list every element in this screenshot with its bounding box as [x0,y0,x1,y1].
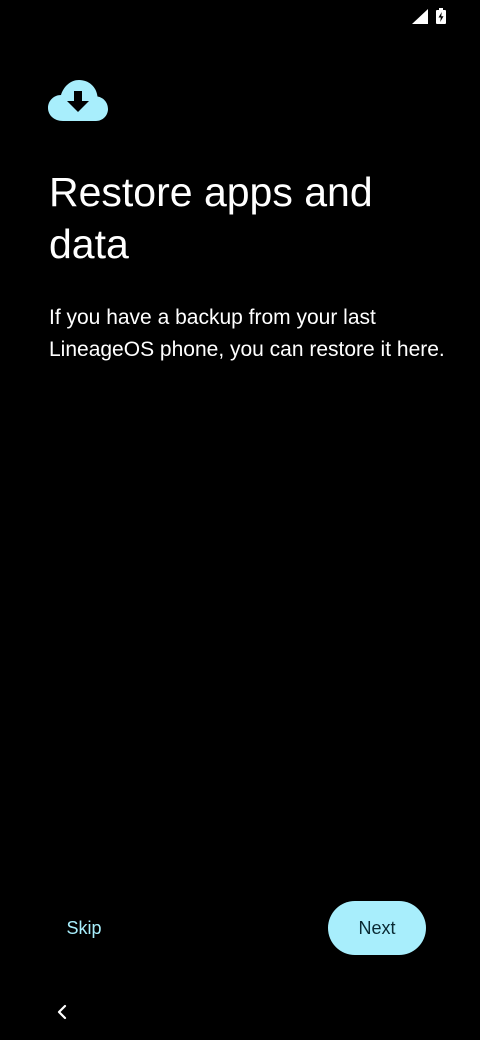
back-chevron-icon [57,1004,67,1020]
status-bar [0,0,480,34]
signal-icon [412,9,428,24]
restore-apps-screen: Restore apps and data If you have a back… [0,0,480,1040]
skip-button[interactable]: Skip [52,906,116,950]
page-description: If you have a backup from your last Line… [49,306,445,361]
next-button[interactable]: Next [328,901,426,955]
cloud-download-icon [48,80,108,121]
back-button[interactable] [48,998,76,1026]
page-title: Restore apps and data [49,169,373,267]
battery-charging-icon [436,8,446,24]
